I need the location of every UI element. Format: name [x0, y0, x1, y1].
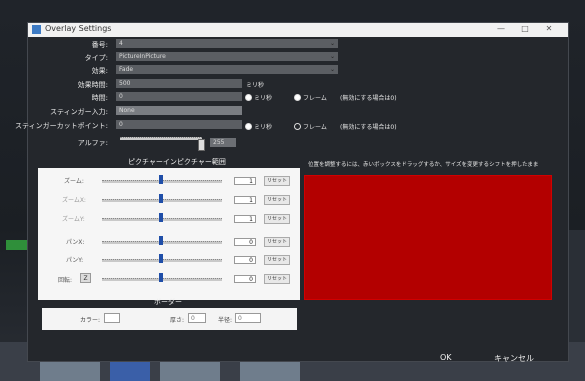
zoom-slider-thumb[interactable] — [159, 175, 163, 184]
time-frame-radio[interactable] — [294, 94, 301, 101]
effect-time-input[interactable]: 500 — [116, 79, 242, 88]
zoom-x-value-input[interactable]: 1 — [234, 196, 256, 204]
stinger-ms-label: ミリ秒 — [254, 124, 273, 131]
time-note: (無効にする場合は0) — [340, 95, 397, 102]
stinger-input-label: スティンガー入力: — [50, 108, 108, 116]
zoom-y-slider-thumb[interactable] — [159, 213, 163, 222]
number-value: 4 — [119, 40, 123, 47]
time-input[interactable]: 0 — [116, 92, 242, 101]
alpha-label: アルファ: — [77, 139, 108, 147]
title-bar: Overlay Settings — □ ✕ — [28, 23, 568, 37]
pan-y-value-input[interactable]: 0 — [234, 256, 256, 264]
chevron-down-icon: ⌄ — [329, 40, 335, 47]
type-value: PictureInPicture — [119, 53, 166, 60]
border-radius-input[interactable]: 0 — [235, 313, 261, 323]
pan-y-slider-thumb[interactable] — [159, 254, 163, 263]
ok-button[interactable]: OK — [440, 353, 452, 362]
pan-x-value-input[interactable]: 0 — [234, 238, 256, 246]
zoom-x-label: ズームX: — [62, 197, 86, 204]
time-ms-radio[interactable] — [245, 94, 252, 101]
pan-y-reset-button[interactable]: リセット — [264, 255, 290, 265]
pip-preview-box[interactable] — [304, 175, 552, 300]
chevron-down-icon: ⌄ — [329, 53, 335, 60]
border-thickness-input[interactable]: 0 — [188, 313, 206, 323]
zoom-x-slider-thumb[interactable] — [159, 194, 163, 203]
app-icon — [32, 25, 41, 34]
time-ms-label: ミリ秒 — [254, 95, 273, 102]
pip-hint-text: 位置を調整するには、赤いボックスをドラッグするか、サイズを変更するシフトを押した… — [308, 162, 539, 168]
rotate-reset-button[interactable]: リセット — [264, 274, 290, 284]
zoom-reset-button[interactable]: リセット — [264, 176, 290, 186]
stinger-frame-radio[interactable] — [294, 123, 301, 130]
effect-select[interactable]: Fade ⌄ — [116, 65, 338, 74]
border-panel: カラー: 厚さ: 0 半径: 0 — [42, 308, 297, 330]
pip-section-title: ピクチャーインピクチャー範囲 — [128, 158, 226, 166]
time-frame-label: フレーム — [303, 95, 327, 102]
alpha-slider-track[interactable] — [120, 137, 202, 140]
effect-value: Fade — [119, 66, 134, 73]
stinger-cut-label: スティンガーカットポイント: — [15, 122, 108, 130]
zoom-y-reset-button[interactable]: リセット — [264, 214, 290, 224]
minimize-button[interactable]: — — [492, 24, 510, 33]
number-label: 番号: — [91, 41, 108, 49]
type-select[interactable]: PictureInPicture ⌄ — [116, 52, 338, 61]
border-section-title: ボーダー — [154, 298, 182, 306]
pan-x-label: パンX: — [66, 239, 85, 246]
stinger-note: (無効にする場合は0) — [340, 124, 397, 131]
chevron-down-icon: ⌄ — [329, 66, 335, 73]
zoom-y-label: ズームY: — [62, 216, 85, 223]
stinger-ms-radio[interactable] — [245, 123, 252, 130]
overlay-settings-window: Overlay Settings — □ ✕ 番号: 4 ⌄ タイプ: Pictu… — [15, 22, 569, 364]
pip-controls-panel: ズーム: 1 リセット ズームX: 1 リセット ズームY: 1 リセット パン… — [38, 168, 300, 300]
zoom-x-reset-button[interactable]: リセット — [264, 195, 290, 205]
border-color-swatch[interactable] — [104, 313, 120, 323]
zoom-label: ズーム: — [64, 178, 84, 185]
rotate-label: 回転: — [58, 277, 73, 284]
close-button[interactable]: ✕ — [540, 24, 558, 33]
zoom-value-input[interactable]: 1 — [234, 177, 256, 185]
time-label: 時間: — [91, 94, 108, 102]
rotate-z-button[interactable]: Z — [80, 273, 91, 283]
number-select[interactable]: 4 ⌄ — [116, 39, 338, 48]
border-color-label: カラー: — [80, 317, 101, 324]
type-label: タイプ: — [84, 54, 108, 62]
border-radius-label: 半径: — [218, 317, 233, 324]
maximize-button[interactable]: □ — [516, 24, 534, 33]
stinger-cut-input[interactable]: 0 — [116, 120, 242, 129]
border-thickness-label: 厚さ: — [170, 317, 185, 324]
cancel-button[interactable]: キャンセル — [494, 353, 534, 364]
pan-x-reset-button[interactable]: リセット — [264, 237, 290, 247]
background-green-tab — [6, 240, 28, 250]
pan-x-slider-thumb[interactable] — [159, 236, 163, 245]
alpha-slider-thumb[interactable] — [198, 139, 205, 151]
rotate-value-input[interactable]: 0 — [234, 275, 256, 283]
alpha-input[interactable]: 255 — [210, 138, 236, 147]
stinger-frame-label: フレーム — [303, 124, 327, 131]
pan-y-label: パンY: — [66, 257, 84, 264]
effect-time-unit: ミリ秒 — [246, 82, 265, 89]
zoom-y-value-input[interactable]: 1 — [234, 215, 256, 223]
window-title: Overlay Settings — [45, 24, 112, 33]
effect-time-label: 効果時間: — [77, 81, 108, 89]
rotate-slider-thumb[interactable] — [159, 273, 163, 282]
stinger-input-field[interactable]: None — [116, 106, 242, 115]
effect-label: 効果: — [91, 67, 108, 75]
